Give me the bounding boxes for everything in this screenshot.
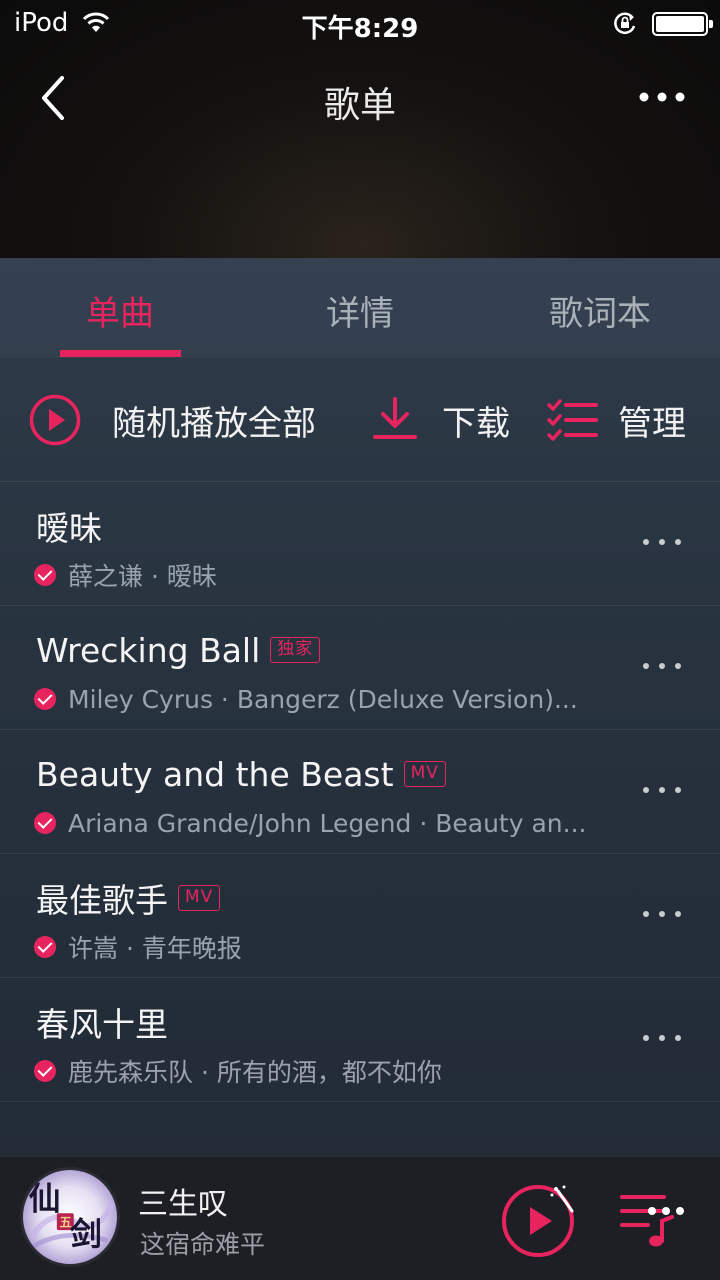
song-artist-album: 许嵩 · 青年晚报 bbox=[68, 934, 242, 963]
tab-songs[interactable]: 单曲 bbox=[40, 286, 200, 335]
song-artist-album: Miley Cyrus · Bangerz (Deluxe Version)..… bbox=[68, 684, 578, 714]
manage-list-icon bbox=[547, 399, 598, 441]
shuffle-all-label: 随机播放全部 bbox=[112, 403, 316, 444]
playlist-panel: 单曲 详情 歌词本 随机播放全部 下载 管理 暧昧 薛之谦 · 暧昧 Wreck… bbox=[0, 258, 720, 1156]
tab-lyrics-book[interactable]: 歌词本 bbox=[520, 286, 680, 335]
action-bar: 随机播放全部 下载 管理 bbox=[0, 358, 720, 482]
check-circle-icon bbox=[34, 688, 56, 710]
song-title: 最佳歌手 bbox=[36, 881, 168, 920]
check-circle-icon bbox=[34, 1060, 56, 1082]
more-dots-icon[interactable] bbox=[640, 530, 684, 554]
exclusive-badge: 独家 bbox=[270, 637, 321, 663]
song-artist-album: 鹿先森乐队 · 所有的酒，都不如你 bbox=[68, 1058, 442, 1087]
song-artist-album: Ariana Grande/John Legend · Beauty an... bbox=[68, 808, 587, 838]
now-playing-subtitle: 这宿命难平 bbox=[140, 1230, 266, 1259]
song-title: 春风十里 bbox=[36, 1005, 168, 1044]
mv-badge[interactable]: MV bbox=[178, 885, 221, 911]
tab-details[interactable]: 详情 bbox=[280, 286, 440, 335]
check-circle-icon bbox=[34, 564, 56, 586]
download-label: 下载 bbox=[442, 403, 510, 444]
play-circle-icon bbox=[29, 394, 81, 446]
mv-badge[interactable]: MV bbox=[403, 761, 446, 787]
more-dots-icon[interactable] bbox=[640, 778, 684, 802]
active-tab-indicator bbox=[60, 350, 181, 357]
more-dots-icon[interactable] bbox=[640, 902, 684, 926]
song-artist-album: 薛之谦 · 暧昧 bbox=[68, 562, 217, 591]
check-circle-icon bbox=[34, 936, 56, 958]
song-row[interactable]: 最佳歌手 MV 许嵩 · 青年晚报 bbox=[0, 854, 720, 978]
song-row[interactable]: 暧昧 薛之谦 · 暧昧 bbox=[0, 482, 720, 606]
album-cover-art: 仙 五 剑 bbox=[26, 1179, 115, 1253]
play-circle-icon[interactable] bbox=[500, 1183, 576, 1259]
cover-title-text: 仙 bbox=[29, 1179, 61, 1217]
now-playing-title: 三生叹 bbox=[138, 1187, 228, 1222]
download-button[interactable]: 下载 bbox=[370, 358, 510, 482]
manage-button[interactable]: 管理 bbox=[546, 358, 686, 482]
page-title: 歌单 bbox=[323, 85, 396, 126]
more-dots-icon[interactable] bbox=[632, 82, 692, 112]
mini-player: 仙 五 剑 三生叹 这宿命难平 bbox=[0, 1156, 720, 1280]
song-row[interactable]: Beauty and the Beast MV Ariana Grande/Jo… bbox=[0, 730, 720, 854]
more-dots-icon[interactable] bbox=[640, 1026, 684, 1050]
svg-text:剑: 剑 bbox=[70, 1215, 102, 1253]
song-row[interactable]: 春风十里 鹿先森乐队 · 所有的酒，都不如你 bbox=[0, 978, 720, 1102]
tab-bar: 单曲 详情 歌词本 bbox=[0, 258, 720, 358]
album-cover[interactable]: 仙 五 剑 bbox=[20, 1167, 120, 1267]
song-list: 暧昧 薛之谦 · 暧昧 Wrecking Ball 独家 Miley Cyrus… bbox=[0, 482, 720, 1102]
playlist-icon[interactable] bbox=[618, 1187, 690, 1251]
manage-label: 管理 bbox=[618, 403, 686, 444]
song-title: Beauty and the Beast bbox=[36, 754, 394, 794]
song-row[interactable]: Wrecking Ball 独家 Miley Cyrus · Bangerz (… bbox=[0, 606, 720, 730]
song-title: Wrecking Ball bbox=[36, 630, 261, 670]
more-dots-icon[interactable] bbox=[640, 654, 684, 678]
download-icon bbox=[373, 397, 417, 439]
status-bar: iPod 下午8:29 bbox=[0, 0, 720, 48]
nav-bar: 歌单 bbox=[0, 60, 720, 136]
battery-icon bbox=[652, 12, 713, 36]
shuffle-all-button[interactable]: 随机播放全部 bbox=[28, 358, 316, 482]
song-title: 暧昧 bbox=[36, 509, 102, 548]
rotation-lock-icon bbox=[614, 12, 636, 35]
check-circle-icon bbox=[34, 812, 56, 834]
